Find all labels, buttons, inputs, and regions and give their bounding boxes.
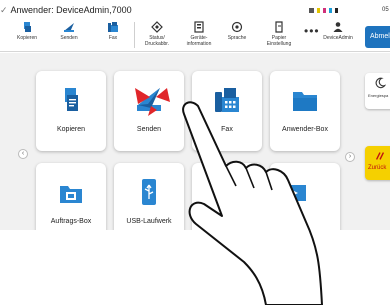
hand-gesture-overlay <box>135 88 323 305</box>
tap-indicator-bottom <box>148 106 157 116</box>
tap-indicator-right <box>156 88 170 102</box>
pointing-hand-icon <box>182 101 323 305</box>
tap-indicator-left <box>135 88 150 104</box>
